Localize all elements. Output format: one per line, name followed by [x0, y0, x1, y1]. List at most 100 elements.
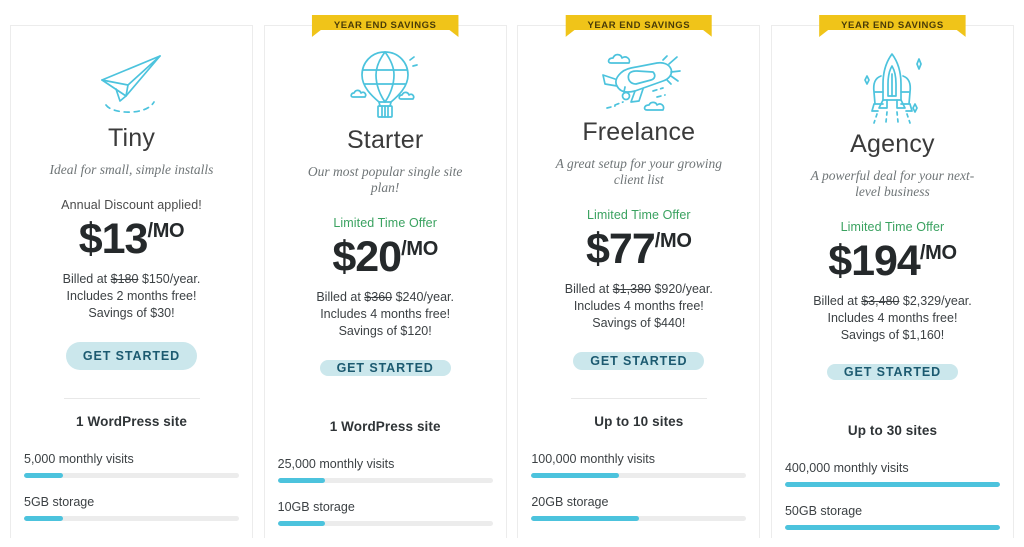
discounted-price: $2,329/year. [902, 294, 972, 308]
sites-allowance: 1 WordPress site [329, 419, 441, 434]
billed-prefix: Billed at [316, 290, 361, 304]
meter-track [784, 525, 1000, 530]
meter-label: 20GB storage [531, 495, 609, 509]
price-amount: $13 [78, 215, 149, 264]
get-started-button[interactable]: GET STARTED [319, 360, 451, 376]
billed-line: Billed at $180 $150/year. [63, 271, 201, 288]
original-price: $180 [110, 272, 139, 287]
plan-tagline: Ideal for small, simple installs [49, 162, 214, 178]
plan-name: Freelance [582, 118, 696, 146]
price-period: /MO [147, 220, 185, 243]
billing-details: Billed at $180 $150/year. Includes 2 mon… [63, 271, 201, 322]
meter-label: 100,000 monthly visits [531, 452, 655, 466]
meter-label: 5GB storage [24, 495, 95, 509]
months-free-line: Includes 4 months free! [320, 307, 451, 321]
paper-plane-icon [90, 46, 174, 122]
price-period: /MO [919, 242, 957, 264]
months-free-line: Includes 2 months free! [66, 289, 197, 304]
billed-line: Billed at $3,480 $2,329/year. [813, 293, 972, 310]
billing-details: Billed at $1,380 $920/year. Includes 4 m… [565, 281, 713, 332]
price-display: $77 /MO [586, 228, 692, 271]
months-free-line: Includes 4 months free! [573, 299, 704, 313]
billed-prefix: Billed at [813, 294, 858, 308]
original-price: $3,480 [861, 294, 900, 308]
offer-label: Limited Time Offer [333, 216, 437, 230]
space-shuttle-icon [851, 46, 933, 128]
hot-air-balloon-icon [346, 46, 424, 124]
usage-meter: 20GB storage [531, 495, 747, 521]
meter-track [784, 482, 1000, 487]
savings-line: Savings of $120! [338, 324, 432, 338]
price-display: $13 /MO [79, 218, 185, 261]
discounted-price: $240/year. [395, 290, 454, 304]
sites-allowance: Up to 10 sites [594, 414, 684, 429]
meter-label: 50GB storage [784, 504, 863, 518]
usage-meters: 5,000 monthly visits 5GB storage [24, 452, 239, 538]
offer-label: Limited Time Offer [840, 220, 945, 234]
get-started-button[interactable]: GET STARTED [66, 342, 197, 371]
meter-track [24, 473, 239, 478]
meter-label: 25,000 monthly visits [277, 457, 395, 471]
price-amount: $194 [828, 237, 921, 285]
plan-card-agency: YEAR END SAVINGS Agency A powerful deal … [770, 25, 1014, 538]
meter-fill [531, 516, 639, 521]
meter-track [531, 516, 747, 521]
savings-line: Savings of $1,160! [840, 328, 945, 342]
price-period: /MO [654, 230, 692, 252]
pricing-plans-strip: Tiny Ideal for small, simple installs An… [0, 0, 1024, 538]
original-price: $1,380 [612, 282, 651, 296]
usage-meter: 400,000 monthly visits [784, 461, 1000, 487]
usage-meter: 100,000 monthly visits [531, 452, 747, 478]
billed-line: Billed at $360 $240/year. [316, 289, 454, 306]
billed-prefix: Billed at [62, 272, 108, 287]
meter-track [277, 478, 493, 483]
offer-label: Limited Time Offer [586, 208, 691, 222]
meter-track [24, 516, 239, 521]
plan-card-starter: YEAR END SAVINGS Starter Our most popula… [263, 25, 507, 538]
section-divider [63, 398, 200, 399]
meter-fill [784, 482, 1000, 487]
offer-label: Annual Discount applied! [61, 198, 202, 213]
meter-track [531, 473, 747, 478]
section-divider [570, 398, 707, 399]
price-period: /MO [401, 238, 438, 260]
usage-meter: 50GB storage [784, 504, 1000, 530]
price-amount: $77 [586, 225, 656, 273]
get-started-button[interactable]: GET STARTED [826, 364, 958, 380]
meter-label: 10GB storage [277, 500, 355, 514]
usage-meter: 5GB storage [24, 495, 239, 521]
savings-line: Savings of $440! [592, 316, 686, 330]
plan-card-tiny: Tiny Ideal for small, simple installs An… [10, 25, 253, 538]
billing-details: Billed at $360 $240/year. Includes 4 mon… [316, 289, 454, 340]
billed-prefix: Billed at [564, 282, 610, 296]
usage-meters: 100,000 monthly visits 20GB storage [531, 452, 747, 538]
get-started-button[interactable]: GET STARTED [573, 352, 705, 371]
meter-fill [277, 478, 325, 483]
discounted-price: $150/year. [141, 272, 201, 287]
meter-label: 5,000 monthly visits [24, 452, 134, 466]
meter-fill [784, 525, 1000, 530]
usage-meter: 5,000 monthly visits [24, 452, 239, 478]
plan-tagline: A great setup for your growing client li… [555, 156, 722, 187]
usage-meter: 10GB storage [277, 500, 493, 526]
discounted-price: $920/year. [654, 282, 713, 296]
year-end-savings-badge: YEAR END SAVINGS [819, 15, 966, 37]
plan-name: Tiny [107, 124, 156, 153]
price-display: $20 /MO [332, 236, 438, 279]
meter-fill [24, 473, 63, 478]
meter-fill [531, 473, 620, 478]
billing-details: Billed at $3,480 $2,329/year. Includes 4… [813, 293, 972, 344]
meter-fill [277, 521, 325, 526]
propeller-plane-icon [591, 46, 687, 116]
plan-tagline: A powerful deal for your next-level busi… [810, 168, 975, 199]
year-end-savings-badge: YEAR END SAVINGS [312, 15, 459, 37]
meter-label: 400,000 monthly visits [784, 461, 909, 475]
meter-track [277, 521, 493, 526]
usage-meters: 25,000 monthly visits 10GB storage [277, 457, 493, 543]
plan-name: Starter [346, 126, 424, 154]
sites-allowance: Up to 30 sites [847, 423, 938, 438]
usage-meters: 400,000 monthly visits 50GB storage [784, 461, 1000, 547]
year-end-savings-badge: YEAR END SAVINGS [566, 15, 713, 37]
billed-line: Billed at $1,380 $920/year. [565, 281, 713, 298]
meter-fill [24, 516, 63, 521]
